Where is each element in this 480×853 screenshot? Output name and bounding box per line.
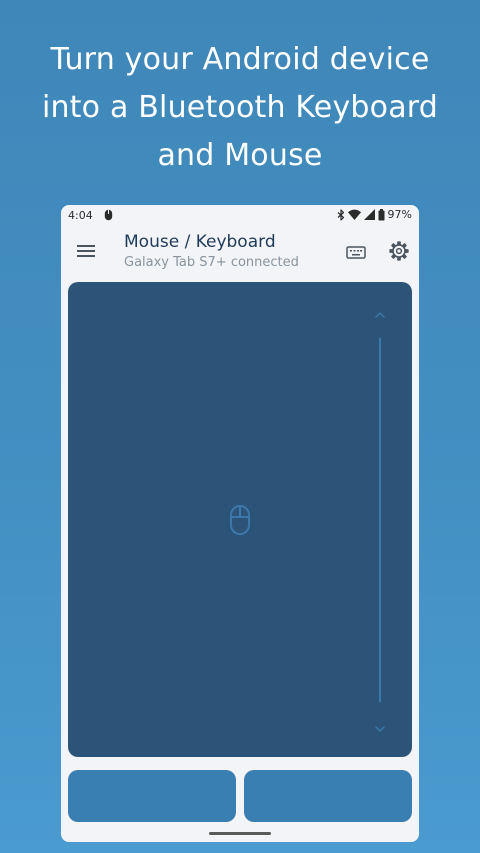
status-icons: 97% [337, 208, 412, 221]
connection-status: Galaxy Tab S7+ connected [124, 255, 299, 270]
wifi-icon [347, 209, 361, 220]
keyboard-icon[interactable] [346, 242, 366, 262]
mouse-icon [228, 504, 252, 536]
settings-icon[interactable] [388, 240, 410, 262]
gesture-nav-handle[interactable] [209, 832, 271, 835]
touchpad-area[interactable] [68, 282, 412, 757]
mouse-icon [104, 209, 113, 224]
signal-icon [363, 209, 375, 220]
app-bar: Mouse / Keyboard Galaxy Tab S7+ connecte… [61, 227, 419, 279]
page-title: Mouse / Keyboard [124, 232, 276, 252]
battery-icon [378, 208, 385, 221]
right-click-button[interactable] [244, 770, 412, 822]
bluetooth-icon [337, 208, 345, 221]
headline-line-1: Turn your Android device [50, 42, 430, 77]
battery-level: 97% [387, 208, 412, 221]
promo-headline: Turn your Android device into a Bluetoot… [0, 36, 480, 180]
status-time: 4:04 [68, 209, 93, 222]
left-click-button[interactable] [68, 770, 236, 822]
phone-screen: 4:04 97% Mouse / Keyboard Galaxy Tab S7+… [61, 205, 419, 842]
headline-line-3: and Mouse [157, 138, 323, 173]
scroll-track[interactable] [379, 338, 381, 702]
chevron-down-icon[interactable] [372, 720, 388, 732]
status-bar: 4:04 97% [61, 205, 419, 227]
chevron-up-icon[interactable] [372, 306, 388, 318]
menu-icon[interactable] [76, 241, 96, 261]
headline-line-2: into a Bluetooth Keyboard [41, 90, 439, 125]
